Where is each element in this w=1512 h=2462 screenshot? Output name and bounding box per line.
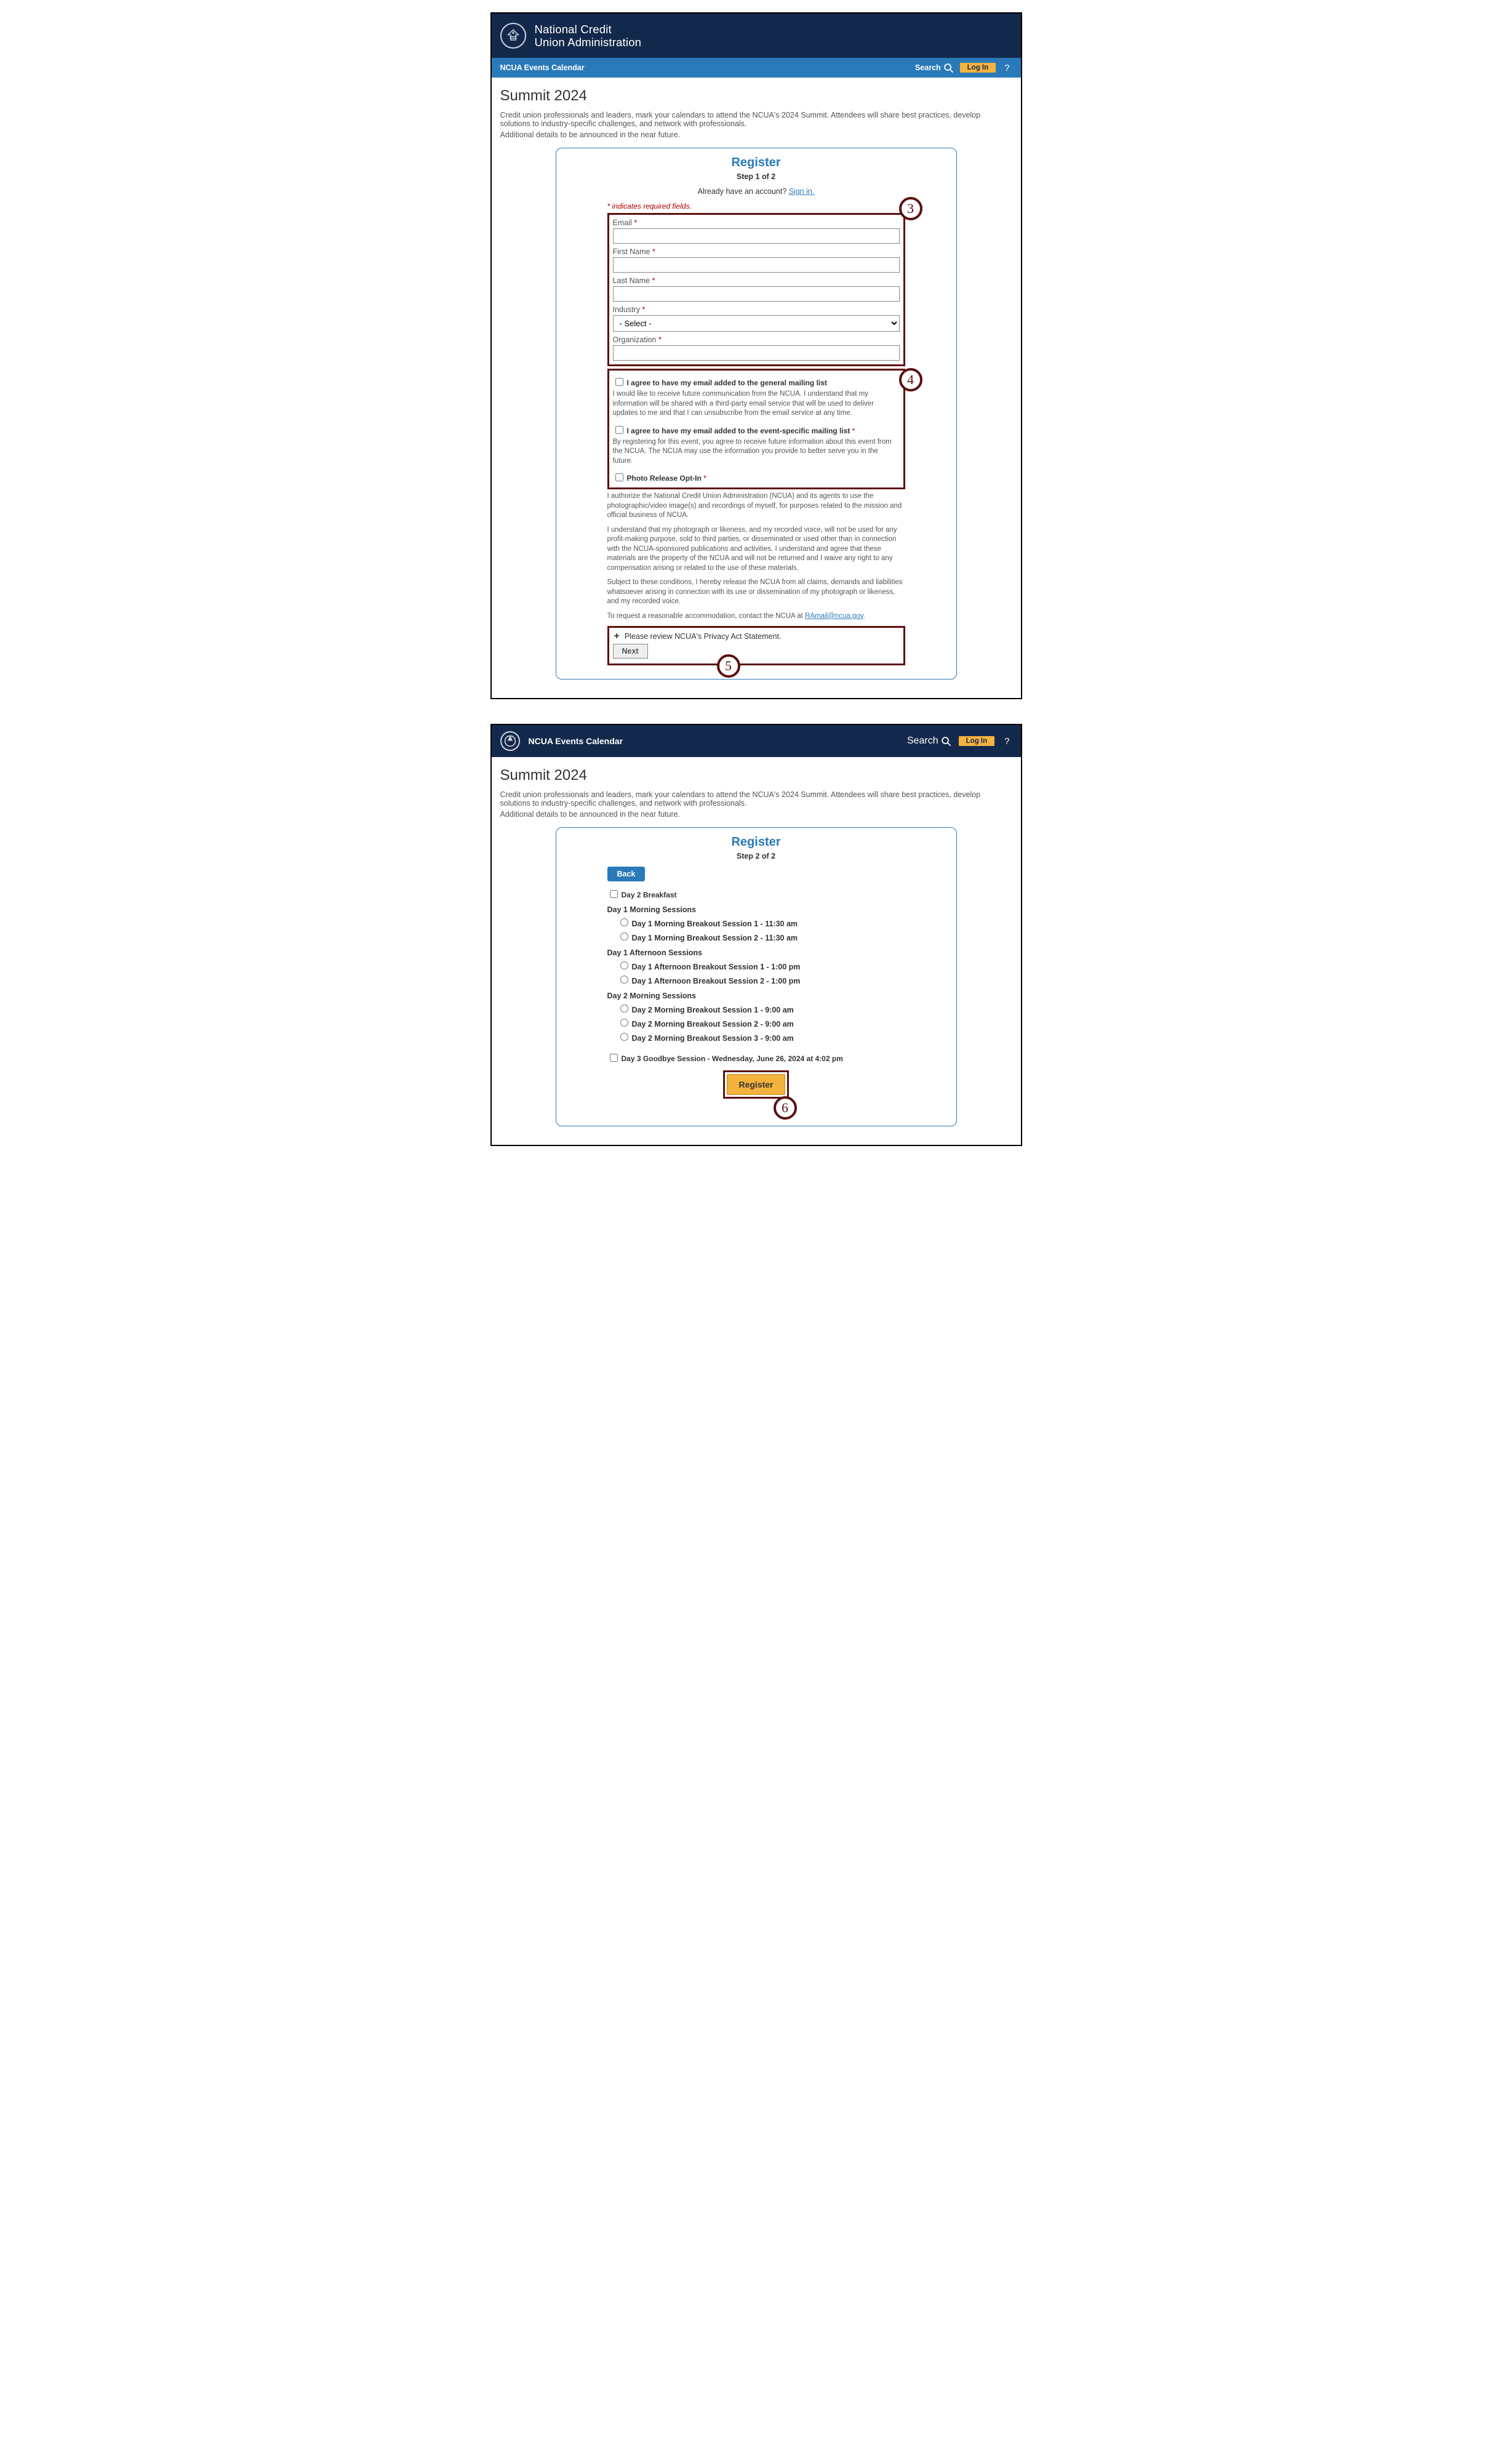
help-icon[interactable]: ? bbox=[1002, 63, 1012, 73]
login-button[interactable]: Log In bbox=[960, 63, 996, 73]
screenshot-step2: NCUA Events Calendar Search Log In ? Sum… bbox=[490, 724, 1022, 1146]
search-icon bbox=[943, 63, 954, 73]
g1-opt1-radio[interactable] bbox=[620, 918, 628, 926]
annotated-consents-box: I agree to have my email added to the ge… bbox=[607, 369, 905, 489]
photo-release-p1: I authorize the National Credit Union Ad… bbox=[607, 492, 905, 521]
organization-field-group: Organization * bbox=[613, 335, 900, 361]
group1-title: Day 1 Morning Sessions bbox=[607, 905, 905, 914]
group2-title: Day 1 Afternoon Sessions bbox=[607, 948, 905, 957]
photo-release-p3: Subject to these conditions, I hereby re… bbox=[607, 578, 905, 607]
ncua-seal-icon bbox=[500, 23, 526, 49]
industry-field-group: Industry * - Select - bbox=[613, 305, 900, 332]
register-heading: Register bbox=[567, 835, 945, 849]
global-header-compact: NCUA Events Calendar Search Log In ? bbox=[492, 725, 1021, 757]
event-mailing-checkbox[interactable] bbox=[615, 426, 623, 434]
intro-text-1: Credit union professionals and leaders, … bbox=[500, 790, 1012, 808]
annotation-badge-6: 6 bbox=[774, 1096, 797, 1120]
required-note: * indicates required fields. bbox=[607, 202, 905, 211]
page-title: Summit 2024 bbox=[500, 87, 1012, 105]
privacy-expand-row[interactable]: + Please review NCUA's Privacy Act State… bbox=[613, 629, 900, 644]
photo-release-checkbox[interactable] bbox=[615, 473, 623, 481]
g2-opt2-radio[interactable] bbox=[620, 976, 628, 984]
step-indicator: Step 2 of 2 bbox=[567, 852, 945, 860]
industry-select[interactable]: - Select - bbox=[613, 315, 900, 332]
screenshot-step1: National Credit Union Administration NCU… bbox=[490, 12, 1022, 699]
g3-opt2-radio[interactable] bbox=[620, 1019, 628, 1027]
register-button[interactable]: Register bbox=[727, 1074, 785, 1095]
page-title: Summit 2024 bbox=[500, 767, 1012, 784]
intro-text-1: Credit union professionals and leaders, … bbox=[500, 111, 1012, 128]
email-input[interactable] bbox=[613, 228, 900, 244]
org-name: National Credit Union Administration bbox=[535, 23, 642, 49]
general-mailing-checkbox[interactable] bbox=[615, 378, 623, 386]
goodbye-session-checkbox[interactable] bbox=[610, 1054, 618, 1062]
toolbar-title[interactable]: NCUA Events Calendar bbox=[529, 736, 623, 746]
signin-prompt: Already have an account? Sign in. bbox=[567, 187, 945, 196]
accommodation-line: To request a reasonable accommodation, c… bbox=[607, 612, 905, 622]
annotation-badge-3: 3 bbox=[899, 197, 922, 220]
plus-icon: + bbox=[614, 632, 620, 641]
step-indicator: Step 1 of 2 bbox=[567, 172, 945, 181]
group3-title: Day 2 Morning Sessions bbox=[607, 992, 905, 1000]
annotation-badge-4: 4 bbox=[899, 368, 922, 391]
intro-text-2: Additional details to be announced in th… bbox=[500, 130, 1012, 139]
search-button[interactable]: Search bbox=[915, 63, 954, 73]
lastname-input[interactable] bbox=[613, 286, 900, 302]
g1-opt2-radio[interactable] bbox=[620, 932, 628, 940]
back-button[interactable]: Back bbox=[607, 867, 646, 881]
ncua-seal-icon bbox=[500, 731, 520, 751]
accommodation-email-link[interactable]: RAmail@ncua.gov bbox=[805, 612, 863, 620]
toolbar-title[interactable]: NCUA Events Calendar bbox=[500, 63, 585, 72]
help-icon[interactable]: ? bbox=[1002, 736, 1012, 747]
register-heading: Register bbox=[567, 156, 945, 170]
day2-breakfast-checkbox[interactable] bbox=[610, 890, 618, 898]
g3-opt1-radio[interactable] bbox=[620, 1004, 628, 1012]
register-panel-step1: Register Step 1 of 2 Already have an acc… bbox=[556, 148, 957, 680]
firstname-input[interactable] bbox=[613, 257, 900, 273]
events-toolbar: NCUA Events Calendar Search Log In ? bbox=[492, 58, 1021, 78]
annotated-register-outline: Register bbox=[723, 1070, 788, 1099]
firstname-field-group: First Name * bbox=[613, 247, 900, 273]
annotation-badge-5: 5 bbox=[717, 654, 740, 678]
g3-opt3-radio[interactable] bbox=[620, 1033, 628, 1041]
lastname-field-group: Last Name * bbox=[613, 276, 900, 302]
email-field-group: Email * bbox=[613, 219, 900, 244]
organization-input[interactable] bbox=[613, 345, 900, 361]
search-icon bbox=[941, 736, 951, 747]
intro-text-2: Additional details to be announced in th… bbox=[500, 810, 1012, 819]
global-header: National Credit Union Administration bbox=[492, 14, 1021, 58]
register-panel-step2: Register Step 2 of 2 Back Day 2 Breakfas… bbox=[556, 827, 957, 1126]
login-button[interactable]: Log In bbox=[959, 736, 995, 746]
signin-link[interactable]: Sign in. bbox=[789, 187, 815, 196]
next-button[interactable]: Next bbox=[613, 644, 648, 659]
photo-release-p2: I understand that my photograph or liken… bbox=[607, 526, 905, 574]
annotated-next-box: + Please review NCUA's Privacy Act State… bbox=[607, 626, 905, 665]
annotated-fields-box: Email * First Name * Last Name * Industr… bbox=[607, 213, 905, 366]
search-button[interactable]: Search bbox=[907, 736, 951, 747]
g2-opt1-radio[interactable] bbox=[620, 961, 628, 969]
